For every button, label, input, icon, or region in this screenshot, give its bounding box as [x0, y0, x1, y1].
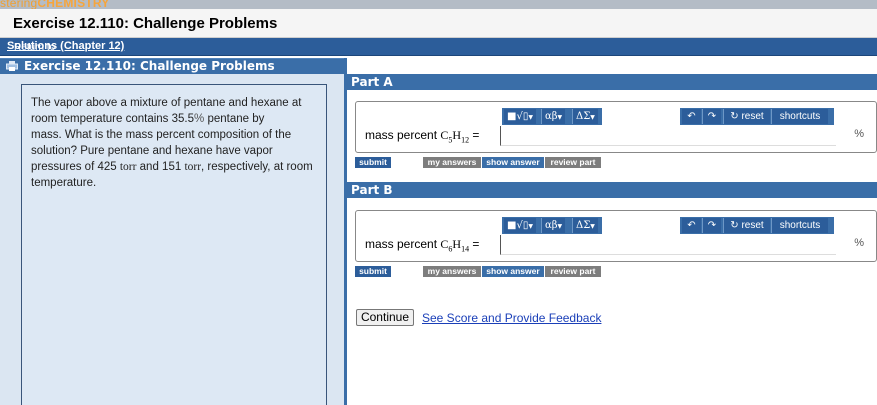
undo-icon[interactable]: ↶: [682, 218, 701, 233]
print-icon[interactable]: [6, 61, 18, 71]
greek-button[interactable]: αβ▼: [541, 109, 566, 124]
title-bar: Exercise 12.110: Challenge Problems: [0, 9, 877, 38]
undo-icon[interactable]: ↶: [682, 109, 701, 124]
question-panel: The vapor above a mixture of pentane and…: [0, 74, 344, 405]
edit-toolbar: ↶ ↷ ↻ reset shortcuts: [680, 217, 834, 234]
chevron-down-icon: ▼: [557, 114, 563, 121]
reset-icon: ↻: [730, 220, 742, 231]
part-a-header: Part A: [347, 74, 877, 90]
exercise-title: Exercise 12.110: Challenge Problems: [24, 59, 275, 73]
math-toolbar: ■√▯▼ αβ▼ ΔΣ▼: [502, 217, 602, 234]
page-title: Exercise 12.110: Challenge Problems: [13, 15, 278, 32]
question-text: The vapor above a mixture of pentane and…: [31, 97, 313, 189]
part-a-unit: %: [854, 128, 864, 140]
part-b-answer-box: ■√▯▼ αβ▼ ΔΣ▼ ↶ ↷ ↻ reset shortcuts mass …: [355, 210, 877, 262]
part-a-answer-input[interactable]: [500, 126, 836, 146]
exercise-header: Exercise 12.110: Challenge Problems: [0, 58, 344, 74]
brand-logo: steringCHEMISTRY: [0, 0, 110, 9]
templates-button[interactable]: ■√▯▼: [504, 218, 536, 233]
edit-toolbar: ↶ ↷ ↻ reset shortcuts: [680, 108, 834, 125]
part-a-review-part-button[interactable]: review part: [545, 157, 601, 168]
part-b-label: mass percent C6H14 =: [365, 237, 480, 254]
part-b-header: Part B: [347, 182, 877, 198]
part-b-unit: %: [854, 237, 864, 249]
part-a-label: mass percent C5H12 =: [365, 128, 480, 145]
part-b-submit-button[interactable]: submit: [355, 266, 391, 277]
chevron-down-icon: ▼: [590, 114, 595, 121]
symbols-button[interactable]: ΔΣ▼: [572, 218, 598, 233]
breadcrumb: Return to Solutions (Chapter 12): [0, 38, 877, 56]
redo-icon[interactable]: ↷: [702, 218, 721, 233]
math-toolbar: ■√▯▼ αβ▼ ΔΣ▼: [502, 108, 602, 125]
chevron-down-icon: ▼: [528, 223, 533, 230]
shortcuts-button[interactable]: shortcuts: [771, 109, 828, 124]
part-a-answer-box: ■√▯▼ αβ▼ ΔΣ▼ ↶ ↷ ↻ reset shortcuts mass …: [355, 101, 877, 153]
part-a-show-answer-button[interactable]: show answer: [482, 157, 544, 168]
reset-button[interactable]: ↻ reset: [723, 109, 770, 124]
part-b-my-answers-button[interactable]: my answers: [423, 266, 481, 277]
panel-divider: [344, 58, 347, 405]
part-b-show-answer-button[interactable]: show answer: [482, 266, 544, 277]
redo-icon[interactable]: ↷: [702, 109, 721, 124]
part-b-answer-input[interactable]: [500, 235, 836, 255]
greek-button[interactable]: αβ▼: [541, 218, 566, 233]
chevron-down-icon: ▼: [528, 114, 533, 121]
question-box: The vapor above a mixture of pentane and…: [21, 84, 327, 405]
shortcuts-button[interactable]: shortcuts: [771, 218, 828, 233]
part-b-review-part-button[interactable]: review part: [545, 266, 601, 277]
part-a-submit-button[interactable]: submit: [355, 157, 391, 168]
reset-button[interactable]: ↻ reset: [723, 218, 770, 233]
chevron-down-icon: ▼: [557, 223, 563, 230]
chevron-down-icon: ▼: [590, 223, 595, 230]
breadcrumb-prefix: Return to: [14, 42, 56, 53]
brand-bar: steringCHEMISTRY: [0, 0, 877, 9]
reset-icon: ↻: [730, 111, 742, 122]
part-a-my-answers-button[interactable]: my answers: [423, 157, 481, 168]
continue-button[interactable]: Continue: [356, 309, 414, 326]
templates-button[interactable]: ■√▯▼: [504, 109, 536, 124]
score-feedback-link[interactable]: See Score and Provide Feedback: [422, 311, 601, 325]
symbols-button[interactable]: ΔΣ▼: [572, 109, 598, 124]
